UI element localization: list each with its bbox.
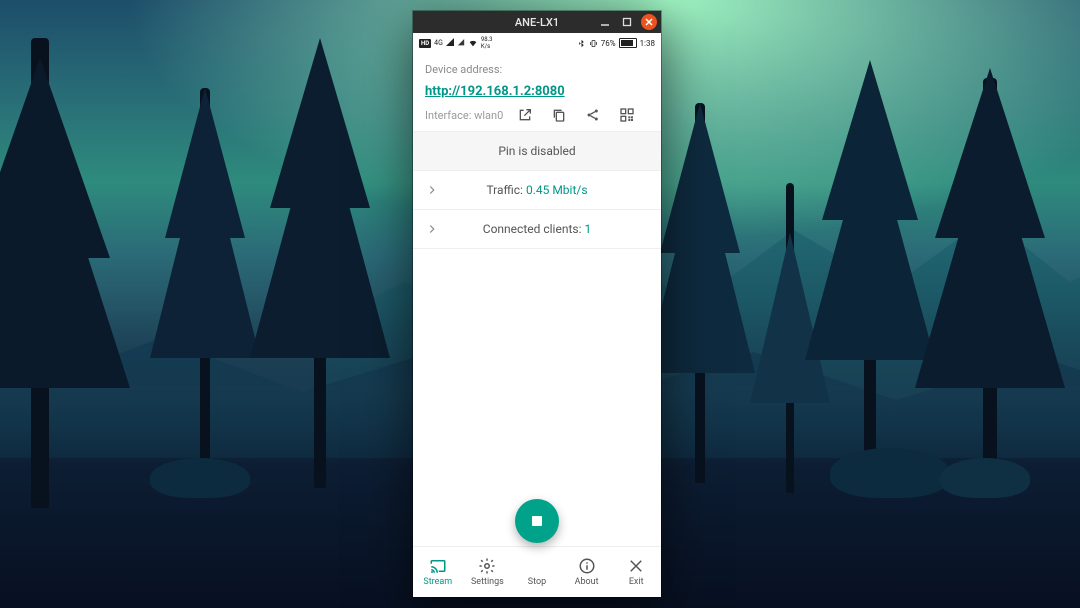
signal-icon <box>458 39 464 47</box>
info-icon <box>578 557 596 575</box>
clients-text: Connected clients: 1 <box>427 222 647 236</box>
nav-about[interactable]: About <box>562 547 612 597</box>
window-close-button[interactable] <box>641 14 657 30</box>
app-content: Device address: http://192.168.1.2:8080 … <box>413 53 661 546</box>
qr-code-icon[interactable] <box>619 107 635 123</box>
signal-icon <box>446 38 454 48</box>
clients-row[interactable]: Connected clients: 1 <box>413 210 661 249</box>
device-address-block: Device address: http://192.168.1.2:8080 … <box>413 53 661 132</box>
bluetooth-icon <box>577 39 586 48</box>
network-speed: 98.3K/s <box>481 36 493 50</box>
battery-pct: 76% <box>601 39 616 48</box>
chevron-right-icon <box>425 222 439 236</box>
window-maximize-button[interactable] <box>619 14 635 30</box>
gear-icon <box>478 557 496 575</box>
share-icon[interactable] <box>585 107 601 123</box>
stop-fab-button[interactable] <box>515 499 559 543</box>
interface-label: Interface: wlan0 <box>425 109 503 122</box>
pin-status-text: Pin is disabled <box>427 144 647 158</box>
close-icon <box>627 557 645 575</box>
battery-icon <box>619 38 637 48</box>
wifi-icon <box>468 38 478 48</box>
window-titlebar[interactable]: ANE-LX1 <box>413 11 661 33</box>
clock: 1:38 <box>640 39 655 48</box>
open-external-icon[interactable] <box>517 107 533 123</box>
vibrate-icon <box>589 39 598 48</box>
phone-statusbar: HD 4G 98.3K/s 76% 1:38 <box>413 33 661 53</box>
window-minimize-button[interactable] <box>597 14 613 30</box>
cast-icon <box>429 557 447 575</box>
window-title: ANE-LX1 <box>515 16 559 29</box>
hd-badge-icon: HD <box>419 39 431 48</box>
traffic-row[interactable]: Traffic: 0.45 Mbit/s <box>413 171 661 210</box>
traffic-text: Traffic: 0.45 Mbit/s <box>427 183 647 197</box>
nav-stop[interactable]: Stop <box>512 547 562 597</box>
window-scrcpy: ANE-LX1 HD 4G 98.3K/s <box>413 11 661 597</box>
copy-icon[interactable] <box>551 107 567 123</box>
signal-gen-label: 4G <box>434 39 443 47</box>
bottom-nav: Stream Settings Stop About Exit <box>413 546 661 597</box>
stop-icon <box>532 516 542 526</box>
nav-settings[interactable]: Settings <box>463 547 513 597</box>
pin-status-row[interactable]: Pin is disabled <box>413 132 661 171</box>
device-address-label: Device address: <box>425 63 649 76</box>
device-address-link[interactable]: http://192.168.1.2:8080 <box>425 84 565 99</box>
chevron-right-icon <box>425 183 439 197</box>
nav-stream[interactable]: Stream <box>413 547 463 597</box>
nav-exit[interactable]: Exit <box>611 547 661 597</box>
